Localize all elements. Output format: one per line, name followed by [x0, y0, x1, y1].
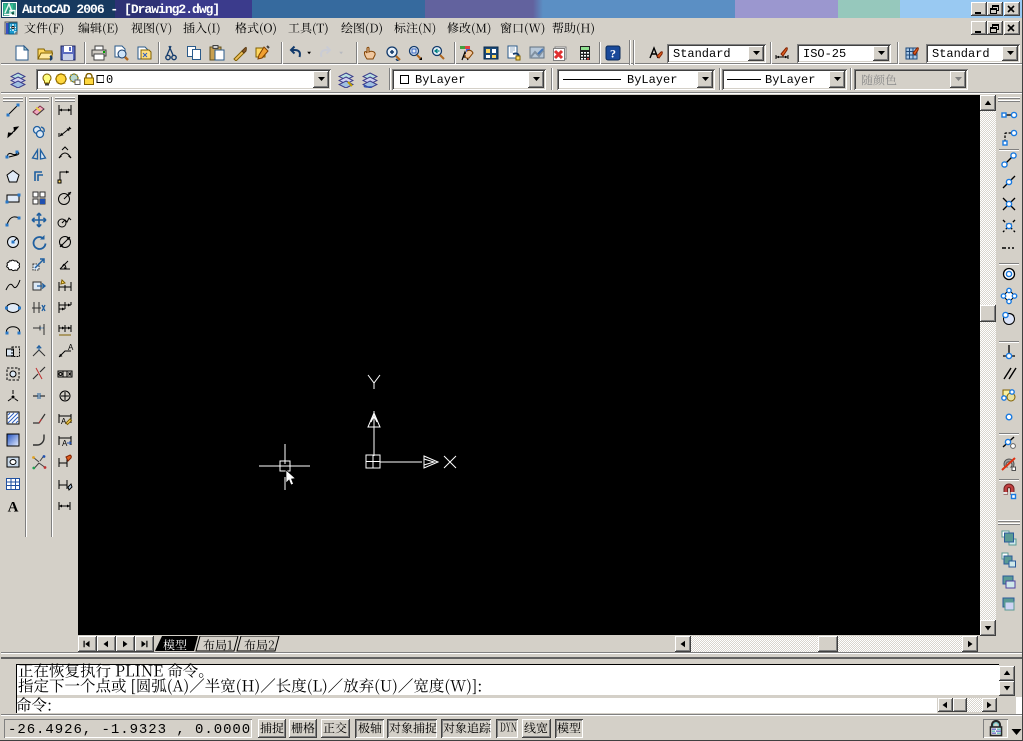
- svg-text:?: ?: [610, 47, 616, 61]
- svg-text:A: A: [61, 417, 67, 426]
- svg-text:A: A: [68, 343, 74, 352]
- svg-text:A: A: [8, 500, 19, 516]
